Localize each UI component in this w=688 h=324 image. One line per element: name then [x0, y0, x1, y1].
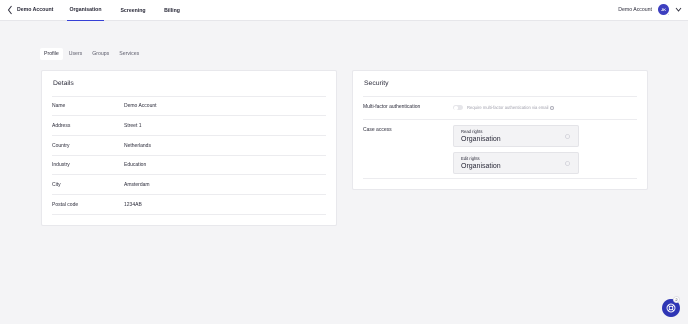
tab-groups[interactable]: Groups [88, 48, 113, 60]
avatar-status-dot [667, 13, 670, 16]
security-divider [363, 96, 637, 97]
avatar-initials: JK [660, 7, 667, 12]
mfa-toggle[interactable] [453, 105, 463, 110]
detail-row-postal-code: Postal code 1234AB [52, 196, 326, 215]
detail-label: Industry [52, 162, 70, 168]
detail-row-address: Address Street 1 [52, 117, 326, 136]
circle-icon [565, 134, 570, 139]
detail-label: City [52, 182, 61, 188]
detail-value: Amsterdam [124, 182, 150, 188]
avatar[interactable]: JK [658, 4, 670, 16]
read-rights-label: Read rights [461, 129, 483, 134]
detail-label: Name [52, 103, 66, 109]
main-nav: Organisation Screening Billing [67, 0, 181, 21]
detail-value: Education [124, 162, 147, 168]
detail-value: Demo Account [124, 103, 157, 109]
detail-label: Address [52, 123, 71, 129]
info-icon[interactable] [550, 105, 555, 110]
nav-organisation[interactable]: Organisation [67, 0, 104, 21]
help-badge: 2 [673, 296, 680, 303]
read-rights-select[interactable]: Read rights Organisation [453, 125, 579, 147]
edit-rights-label: Edit rights [461, 156, 480, 161]
chevron-down-icon[interactable] [675, 7, 682, 12]
back-button[interactable]: Demo Account [7, 5, 53, 15]
mfa-label: Multi-factor authentication [363, 104, 421, 110]
detail-row-industry: Industry Education [52, 156, 326, 175]
details-card: Details Name Demo Account Address Street… [41, 70, 337, 226]
detail-value: Netherlands [124, 143, 151, 149]
case-access-divider [363, 178, 637, 179]
tab-services[interactable]: Services [115, 48, 143, 60]
detail-row-country: Country Netherlands [52, 137, 326, 156]
details-title: Details [53, 80, 74, 87]
read-rights-value: Organisation [461, 136, 501, 143]
circle-icon [565, 161, 570, 166]
edit-rights-select[interactable]: Edit rights Organisation [453, 152, 579, 174]
account-menu[interactable]: Demo Account JK [618, 4, 682, 16]
sub-tabs: Profile Users Groups Services [40, 48, 143, 60]
detail-value: 1234AB [124, 202, 142, 208]
nav-billing[interactable]: Billing [163, 0, 181, 21]
top-navigation-bar: Demo Account Organisation Screening Bill… [0, 0, 688, 21]
detail-row-name: Name Demo Account [52, 97, 326, 116]
detail-label: Country [52, 143, 70, 149]
detail-row-city: City Amsterdam [52, 176, 326, 195]
case-access-label: Case access [363, 127, 392, 133]
security-title: Security [364, 80, 389, 87]
security-card: Security Multi-factor authentication Req… [352, 70, 648, 190]
detail-value: Street 1 [124, 123, 142, 129]
tab-profile[interactable]: Profile [40, 48, 63, 60]
account-name: Demo Account [618, 6, 652, 13]
edit-rights-value: Organisation [461, 163, 501, 170]
nav-screening[interactable]: Screening [120, 0, 146, 21]
tab-users[interactable]: Users [65, 48, 87, 60]
detail-label: Postal code [52, 202, 79, 208]
lifebuoy-icon [666, 303, 676, 313]
back-label: Demo Account [17, 7, 54, 13]
mfa-toggle-label: Require multi-factor authentication via … [467, 105, 555, 110]
chevron-left-icon [7, 5, 12, 15]
mfa-toggle-text: Require multi-factor authentication via … [467, 105, 549, 110]
mfa-divider [363, 119, 637, 120]
